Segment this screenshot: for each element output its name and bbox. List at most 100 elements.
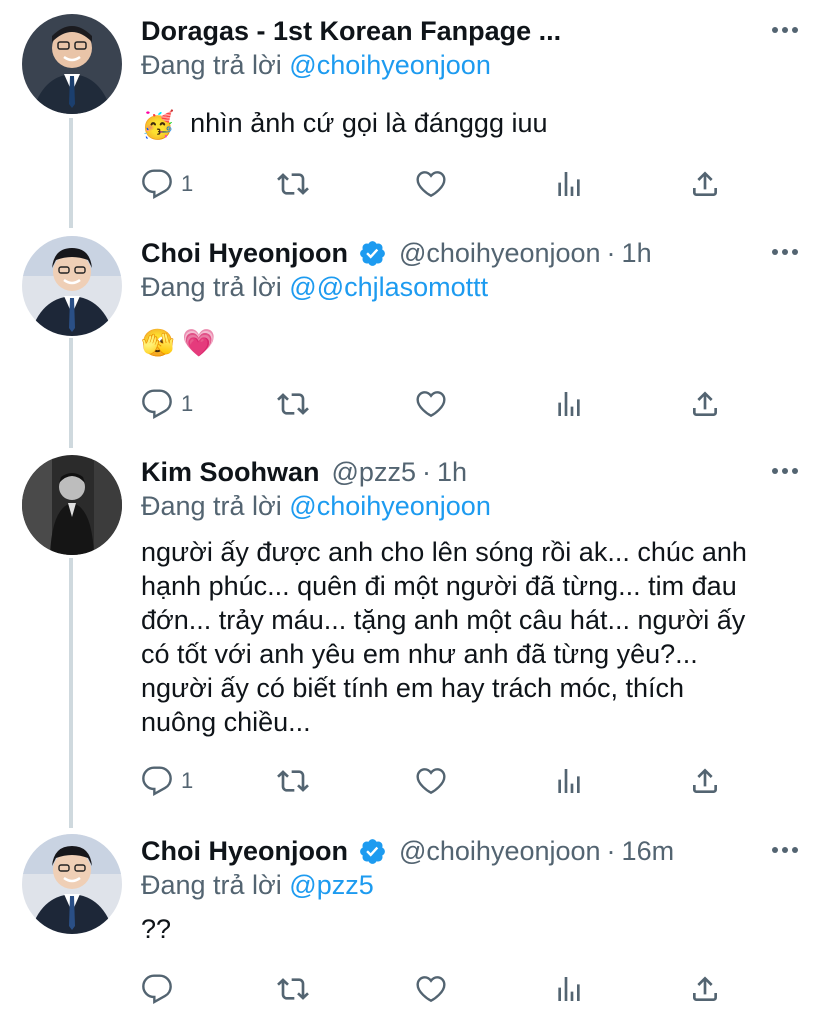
display-name[interactable]: Kim Soohwan xyxy=(141,457,320,488)
share-icon xyxy=(693,768,717,793)
more-icon[interactable] xyxy=(772,249,798,257)
reply-to-label: Đang trả lời xyxy=(141,491,282,521)
retweet-icon xyxy=(277,173,309,195)
share-icon xyxy=(693,171,717,196)
analytics-button[interactable] xyxy=(553,971,585,1007)
tweet-header: Kim Soohwan @pzz5 · 1h xyxy=(141,455,467,489)
tweet-text-line: có tốt với anh yêu em như anh đã từng yê… xyxy=(141,639,698,669)
tweet[interactable]: Choi Hyeonjoon @choihyeonjoon · 1h Đang … xyxy=(0,236,828,436)
reply-mention-link[interactable]: @choihyeonjoon xyxy=(289,491,491,521)
reply-button[interactable]: 1 xyxy=(141,386,193,422)
user-avatar-image xyxy=(22,236,122,336)
user-handle[interactable]: @choihyeonjoon xyxy=(399,836,601,867)
analytics-icon xyxy=(558,172,580,196)
tweet-text: 🫣 💗 xyxy=(141,326,216,360)
tweet-timestamp[interactable]: 1h xyxy=(437,457,467,488)
reply-to-label: Đang trả lời xyxy=(141,272,282,302)
tweet-header: Choi Hyeonjoon @choihyeonjoon · 16m xyxy=(141,834,674,868)
tweet-header: Doragas - 1st Korean Fanpage ... xyxy=(141,14,561,48)
like-button[interactable] xyxy=(415,166,447,202)
reply-to-line: Đang trả lời @choihyeonjoon xyxy=(141,50,491,81)
tweet[interactable]: Kim Soohwan @pzz5 · 1h Đang trả lời @cho… xyxy=(0,455,828,815)
reply-to-line: Đang trả lời @pzz5 xyxy=(141,870,374,901)
tweet-actions xyxy=(141,971,741,1007)
separator-dot: · xyxy=(606,237,616,268)
tweet-text: người ấy được anh cho lên sóng rồi ak...… xyxy=(141,535,747,739)
share-button[interactable] xyxy=(689,763,721,799)
reply-count: 1 xyxy=(181,768,194,793)
verified-badge-icon xyxy=(358,239,387,268)
more-icon[interactable] xyxy=(772,468,798,476)
avatar[interactable] xyxy=(22,14,122,114)
like-icon xyxy=(416,976,446,1003)
reply-icon xyxy=(142,389,172,419)
reply-button[interactable] xyxy=(141,971,181,1007)
reply-to-line: Đang trả lời @@chjlasomottt xyxy=(141,272,488,303)
user-handle[interactable]: @pzz5 xyxy=(332,457,416,488)
more-icon[interactable] xyxy=(772,27,798,35)
tweet-timestamp[interactable]: 1h xyxy=(622,238,652,269)
tweet-timestamp[interactable]: 16m xyxy=(622,836,675,867)
reply-count: 1 xyxy=(181,391,194,416)
retweet-icon xyxy=(277,770,309,792)
share-icon xyxy=(693,391,717,416)
tweet-text-line: 🫣 💗 xyxy=(141,328,216,358)
tweet-text: 🥳 nhìn ảnh cứ gọi là đánggg iuu xyxy=(141,106,548,142)
tweet-text-line: nuông chiều... xyxy=(141,707,311,737)
retweet-button[interactable] xyxy=(277,763,309,799)
tweet[interactable]: Choi Hyeonjoon @choihyeonjoon · 16m Đang… xyxy=(0,834,828,1013)
like-button[interactable] xyxy=(415,763,447,799)
like-button[interactable] xyxy=(415,971,447,1007)
tweet[interactable]: Doragas - 1st Korean Fanpage ... Đang tr… xyxy=(0,14,828,214)
like-button[interactable] xyxy=(415,386,447,422)
reply-to-label: Đang trả lời xyxy=(141,870,282,900)
tweet-actions: 1 xyxy=(141,166,741,202)
share-button[interactable] xyxy=(689,971,721,1007)
analytics-button[interactable] xyxy=(553,166,585,202)
reply-icon xyxy=(142,766,172,796)
analytics-button[interactable] xyxy=(553,763,585,799)
retweet-button[interactable] xyxy=(277,971,309,1007)
user-avatar-image xyxy=(22,14,122,114)
like-icon xyxy=(416,768,446,795)
tweet-text-line: người ấy được anh cho lên sóng rồi ak...… xyxy=(141,537,747,567)
share-button[interactable] xyxy=(689,386,721,422)
user-avatar-image xyxy=(22,834,122,934)
tweet-text-line: người ấy có biết tính em hay trách móc, … xyxy=(141,673,685,703)
separator-dot: · xyxy=(421,456,431,487)
display-name[interactable]: Doragas - 1st Korean Fanpage ... xyxy=(141,16,561,47)
user-avatar-image xyxy=(22,455,122,555)
retweet-button[interactable] xyxy=(277,386,309,422)
analytics-button[interactable] xyxy=(553,386,585,422)
reply-icon xyxy=(142,169,172,199)
tweet-actions: 1 xyxy=(141,763,741,799)
avatar[interactable] xyxy=(22,236,122,336)
more-icon[interactable] xyxy=(772,847,798,855)
tweet-actions: 1 xyxy=(141,386,741,422)
reply-mention-link[interactable]: @choihyeonjoon xyxy=(289,50,491,80)
analytics-icon xyxy=(558,769,580,793)
tweet-text-line: hạnh phúc... quên đi một người đã từng..… xyxy=(141,571,737,601)
like-icon xyxy=(416,171,446,198)
separator-dot: · xyxy=(606,835,616,866)
retweet-button[interactable] xyxy=(277,166,309,202)
reply-button[interactable]: 1 xyxy=(141,763,193,799)
partying-face-emoji: 🥳 xyxy=(141,109,175,140)
avatar[interactable] xyxy=(22,834,122,934)
tweet-text-line: đớn... trảy máu... tặng anh một câu hát.… xyxy=(141,605,746,635)
avatar[interactable] xyxy=(22,455,122,555)
tweet-text-line: ?? xyxy=(141,914,172,944)
display-name[interactable]: Choi Hyeonjoon xyxy=(141,238,348,269)
like-icon xyxy=(416,391,446,418)
tweet-header: Choi Hyeonjoon @choihyeonjoon · 1h xyxy=(141,236,652,270)
share-button[interactable] xyxy=(689,166,721,202)
retweet-icon xyxy=(277,978,309,1000)
reply-mention-link[interactable]: @pzz5 xyxy=(289,870,373,900)
user-handle[interactable]: @choihyeonjoon xyxy=(399,238,601,269)
reply-mention-link[interactable]: @@chjlasomottt xyxy=(289,272,488,302)
display-name[interactable]: Choi Hyeonjoon xyxy=(141,836,348,867)
reply-count: 1 xyxy=(181,171,194,196)
analytics-icon xyxy=(558,977,580,1001)
reply-button[interactable]: 1 xyxy=(141,166,193,202)
reply-to-label: Đang trả lời xyxy=(141,50,282,80)
